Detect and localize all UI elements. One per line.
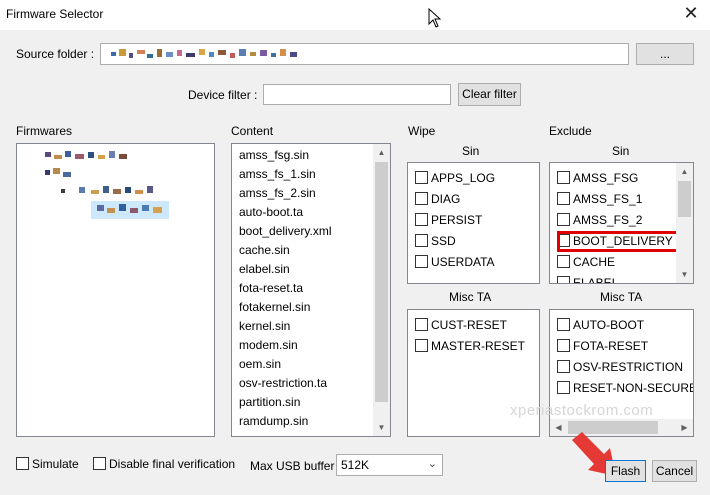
source-folder-label: Source folder : (16, 47, 95, 61)
checkbox-row[interactable]: ELABEL (557, 276, 618, 283)
checkbox-row[interactable]: USERDATA (415, 255, 495, 271)
checkbox-row[interactable]: AMSS_FS_1 (557, 192, 642, 208)
device-filter-label: Device filter : (188, 88, 258, 102)
checkbox-row[interactable]: FOTA-RESET (557, 339, 648, 355)
title-bar: Firmware Selector ✕ (0, 0, 710, 30)
firmwares-tree[interactable] (16, 143, 215, 437)
list-item[interactable]: amss_fs_2.sin (239, 186, 316, 200)
checkbox[interactable] (415, 213, 428, 226)
checkbox[interactable] (557, 381, 570, 394)
scroll-down-icon[interactable]: ▼ (676, 266, 693, 283)
checkbox[interactable] (415, 171, 428, 184)
checkbox-row[interactable]: MASTER-RESET (415, 339, 525, 355)
checkbox-row[interactable]: CUST-RESET (415, 318, 507, 334)
wipe-sin-header: Sin (462, 144, 480, 158)
list-item[interactable]: amss_fsg.sin (239, 148, 309, 162)
close-icon[interactable]: ✕ (676, 2, 706, 26)
redacted-path-image (111, 49, 297, 58)
wipe-label: Wipe (408, 124, 436, 138)
checkbox[interactable] (415, 318, 428, 331)
list-item[interactable]: cache.sin (239, 243, 290, 257)
mouse-cursor-icon (428, 8, 442, 28)
list-item[interactable]: kernel.sin (239, 319, 290, 333)
checkbox[interactable] (557, 360, 570, 373)
checkbox-row[interactable]: AMSS_FS_2 (557, 213, 642, 229)
disable-verification-checkbox-row[interactable]: Disable final verification (93, 457, 235, 473)
checkbox[interactable] (415, 339, 428, 352)
disable-verification-checkbox[interactable] (93, 457, 106, 470)
source-folder-field[interactable] (100, 43, 629, 65)
firmwares-label: Firmwares (16, 124, 72, 138)
scroll-up-icon[interactable]: ▲ (373, 144, 390, 161)
wipe-sin-list[interactable]: APPS_LOG DIAG PERSIST SSD USERDATA (407, 162, 540, 284)
device-filter-input[interactable] (263, 84, 451, 105)
wipe-ta-header: Misc TA (449, 290, 492, 304)
list-item[interactable]: elabel.sin (239, 262, 290, 276)
exclude-sin-header: Sin (612, 144, 630, 158)
chevron-down-icon: ⌄ (427, 458, 437, 470)
checkbox-row-highlighted[interactable]: BOOT_DELIVERY (557, 231, 682, 252)
usb-buffer-select[interactable]: 512K ⌄ (336, 454, 443, 476)
clear-filter-button[interactable]: Clear filter (458, 83, 521, 106)
checkbox-row[interactable]: APPS_LOG (415, 171, 495, 187)
list-item[interactable]: partition.sin (239, 395, 300, 409)
firmware-node-redacted[interactable] (61, 184, 171, 198)
content-list[interactable]: amss_fsg.sin amss_fs_1.sin amss_fs_2.sin… (231, 143, 391, 437)
scroll-up-icon[interactable]: ▲ (676, 163, 693, 180)
list-item[interactable]: amss_fs_1.sin (239, 167, 316, 181)
scroll-thumb[interactable] (678, 181, 691, 217)
exclude-ta-header: Misc TA (600, 290, 643, 304)
simulate-checkbox-row[interactable]: Simulate (16, 457, 79, 473)
list-item[interactable]: osv-restriction.ta (239, 376, 327, 390)
list-item[interactable]: ramdump.sin (239, 414, 308, 428)
checkbox[interactable] (557, 213, 570, 226)
exclude-label: Exclude (549, 124, 592, 138)
usb-buffer-label: Max USB buffer (250, 459, 335, 473)
checkbox[interactable] (557, 192, 570, 205)
list-item[interactable]: modem.sin (239, 338, 298, 352)
window-title: Firmware Selector (6, 7, 104, 21)
checkbox-row[interactable]: AMSS_FSG (557, 171, 638, 187)
simulate-checkbox[interactable] (16, 457, 29, 470)
dialog-body: Source folder : ... Device filter : Clea… (0, 30, 710, 495)
browse-button[interactable]: ... (636, 43, 694, 65)
list-item[interactable]: fota-reset.ta (239, 281, 303, 295)
checkbox[interactable] (415, 234, 428, 247)
scroll-thumb[interactable] (375, 162, 388, 402)
watermark-text: xperiastockrom.com (510, 402, 654, 419)
list-item[interactable]: oem.sin (239, 357, 281, 371)
checkbox-row[interactable]: PERSIST (415, 213, 482, 229)
list-item[interactable]: boot_delivery.xml (239, 224, 331, 238)
highlight-box (557, 231, 682, 252)
checkbox-row[interactable]: AUTO-BOOT (557, 318, 644, 334)
usb-buffer-value: 512K (341, 458, 370, 472)
cancel-button[interactable]: Cancel (652, 460, 697, 482)
checkbox[interactable] (415, 255, 428, 268)
firmware-node-redacted[interactable] (45, 149, 135, 163)
content-label: Content (231, 124, 274, 138)
checkbox[interactable] (557, 171, 570, 184)
flash-button[interactable]: Flash (605, 460, 646, 482)
checkbox[interactable] (557, 255, 570, 268)
checkbox[interactable] (557, 339, 570, 352)
scroll-left-icon[interactable]: ◀ (550, 419, 567, 436)
checkbox[interactable] (557, 276, 570, 283)
content-scrollbar[interactable]: ▲ ▼ (373, 144, 390, 436)
checkbox-row[interactable]: CACHE (557, 255, 615, 271)
checkbox[interactable] (557, 318, 570, 331)
checkbox-row[interactable]: RESET-NON-SECURE-A (557, 381, 693, 397)
checkbox-row[interactable]: DIAG (415, 192, 460, 208)
firmware-node-selected-redacted[interactable] (91, 199, 171, 221)
exclude-sin-list[interactable]: AMSS_FSG AMSS_FS_1 AMSS_FS_2 BOOT_DELIVE… (549, 162, 694, 284)
checkbox[interactable] (415, 192, 428, 205)
exclude-sin-scrollbar[interactable]: ▲ ▼ (676, 163, 693, 283)
checkbox-row[interactable]: OSV-RESTRICTION (557, 360, 683, 376)
scroll-right-icon[interactable]: ▶ (676, 419, 693, 436)
scroll-down-icon[interactable]: ▼ (373, 419, 390, 436)
checkbox-row[interactable]: SSD (415, 234, 456, 250)
firmware-node-redacted[interactable] (45, 166, 75, 180)
list-item[interactable]: auto-boot.ta (239, 205, 303, 219)
list-item[interactable]: fotakernel.sin (239, 300, 310, 314)
